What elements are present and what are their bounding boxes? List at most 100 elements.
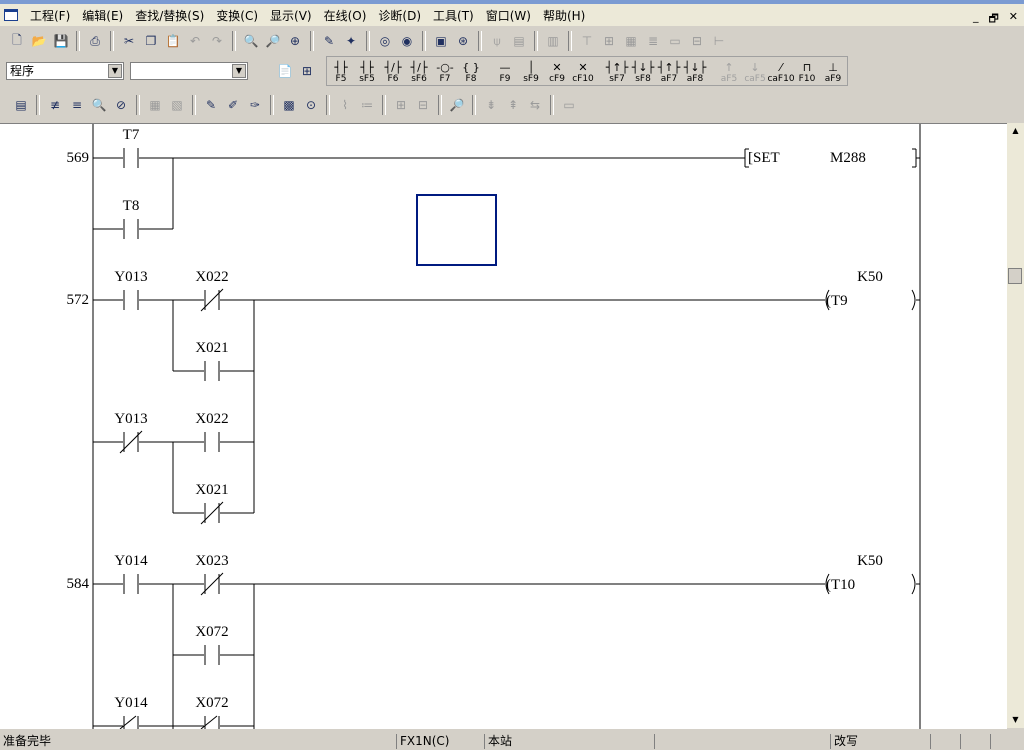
screen-icon[interactable]: ▭ (558, 94, 580, 116)
paste-icon[interactable]: 📋 (162, 30, 184, 52)
find-device-icon[interactable]: 🔍 (240, 30, 262, 52)
delete-horizontal-line-button[interactable]: ✕ cF9 (545, 58, 569, 85)
vertical-line-button[interactable]: │ sF9 (519, 58, 543, 85)
comment-icon[interactable]: ▥ (542, 30, 564, 52)
scroll-thumb[interactable] (1008, 268, 1022, 284)
alias-display-icon[interactable]: ▧ (166, 94, 188, 116)
ladder-tool-icon[interactable]: ⍦ (486, 30, 508, 52)
menu-help[interactable]: 帮助(H) (537, 7, 591, 24)
monitor-icon[interactable]: ◎ (374, 30, 396, 52)
status-station: 本站 (484, 734, 654, 749)
sfc-block-icon[interactable]: ⊞ (598, 30, 620, 52)
device-test-icon[interactable]: ▣ (430, 30, 452, 52)
comment-display-icon[interactable]: ▦ (144, 94, 166, 116)
menu-find-replace[interactable]: 查找/替换(S) (129, 7, 210, 24)
undo-icon[interactable]: ↶ (184, 30, 206, 52)
monitor-mode-icon[interactable]: 🔍 (88, 94, 110, 116)
close-button[interactable]: ✕ (1009, 10, 1018, 29)
device-list-icon[interactable]: ⊙ (300, 94, 322, 116)
chevron-down-icon[interactable]: ▼ (232, 64, 246, 78)
open-folder-icon[interactable]: 📂 (28, 30, 50, 52)
restore-button[interactable]: 🗗 (988, 10, 998, 29)
closed-contact-button[interactable]: ┤/├ F6 (381, 58, 405, 85)
fkey-label: F7 (439, 74, 451, 84)
menu-online[interactable]: 在线(O) (318, 7, 373, 24)
menu-tools[interactable]: 工具(T) (427, 7, 480, 24)
statement-edit-icon[interactable]: ✐ (222, 94, 244, 116)
read-from-plc-icon[interactable]: ✦ (340, 30, 362, 52)
zoom-out-icon[interactable]: ⊟ (412, 94, 434, 116)
rising-pulse-button[interactable]: ⊓ F10 (795, 58, 819, 85)
horizontal-line-button[interactable]: — F9 (493, 58, 517, 85)
redo-icon[interactable]: ↷ (206, 30, 228, 52)
sfc-icon[interactable]: ⊤ (576, 30, 598, 52)
write-mode-icon[interactable]: ≢ (44, 94, 66, 116)
insert-column-icon[interactable]: ⇆ (524, 94, 546, 116)
secondary-combo[interactable]: ▼ (130, 62, 248, 80)
parallel-closed-contact-button[interactable]: ┤/├ sF6 (407, 58, 431, 85)
menu-diagnostics[interactable]: 诊断(D) (372, 7, 427, 24)
sfc-branch-icon[interactable]: ⊢ (708, 30, 730, 52)
parallel-open-contact-button[interactable]: ┤├ sF5 (355, 58, 379, 85)
new-file-icon[interactable]: 🗋 (6, 30, 28, 52)
read-mode-icon[interactable]: ≡ (66, 94, 88, 116)
invert-button[interactable]: ⁄ caF10 (767, 58, 794, 85)
fkey-label: sF6 (411, 74, 427, 84)
error-icon[interactable]: ▦ (620, 30, 642, 52)
batch-monitor-icon[interactable]: ⊛ (452, 30, 474, 52)
fkey-label: aF8 (686, 74, 704, 84)
scroll-up-icon[interactable]: ▲ (1007, 123, 1024, 139)
coil-button[interactable]: -○- F7 (433, 58, 457, 85)
minimize-button[interactable]: _ (973, 10, 979, 29)
parallel-rising-edge-button[interactable]: ┤↑├ aF7 (657, 58, 681, 85)
step-list-icon[interactable]: ≔ (356, 94, 378, 116)
label-icon[interactable]: ≣ (642, 30, 664, 52)
step-icon[interactable]: ⌇ (334, 94, 356, 116)
write-to-plc-icon[interactable]: ✎ (318, 30, 340, 52)
zoom-in-icon[interactable]: ⊞ (390, 94, 412, 116)
cut-icon[interactable]: ✂ (118, 30, 140, 52)
ladder-display-icon[interactable]: ▤ (10, 94, 32, 116)
sfc-grid-icon[interactable]: ⊟ (686, 30, 708, 52)
find-instruction-icon[interactable]: 🔎 (262, 30, 284, 52)
zoom-icon[interactable]: 🔎 (446, 94, 468, 116)
insert-row-icon[interactable]: ⇟ (480, 94, 502, 116)
scroll-down-icon[interactable]: ▼ (1007, 712, 1024, 728)
copy-icon[interactable]: ❐ (140, 30, 162, 52)
menu-view[interactable]: 显示(V) (264, 7, 318, 24)
open-contact-button[interactable]: ┤├ F5 (329, 58, 353, 85)
operation-result-button[interactable]: ⊥ aF9 (821, 58, 845, 85)
project-tree-icon[interactable]: ⊞ (296, 60, 318, 82)
find-step-icon[interactable]: ⊕ (284, 30, 306, 52)
save-icon[interactable]: 💾 (50, 30, 72, 52)
ladder-editor[interactable]: 569 572 584 T7 T8 Y013 X022 X021 Y013 X0… (0, 123, 1007, 729)
set-device: M288 (830, 150, 866, 166)
menu-convert[interactable]: 变换(C) (210, 7, 264, 24)
menu-edit[interactable]: 编辑(E) (76, 7, 129, 24)
device-comment-edit-icon[interactable]: ✎ (200, 94, 222, 116)
up-arrow-button[interactable]: ↑ aF5 (717, 58, 741, 85)
delete-row-icon[interactable]: ⇞ (502, 94, 524, 116)
down-arrow-button[interactable]: ↓ caF5 (743, 58, 767, 85)
program-combo[interactable]: 程序 ▼ (6, 62, 124, 80)
delete-vertical-line-button[interactable]: ✕ cF10 (571, 58, 595, 85)
status-empty (960, 734, 990, 749)
parallel-falling-edge-button[interactable]: ┤↓├ aF8 (683, 58, 707, 85)
chevron-down-icon[interactable]: ▼ (108, 64, 122, 78)
note-edit-icon[interactable]: ✑ (244, 94, 266, 116)
rising-edge-contact-button[interactable]: ┤↑├ sF7 (605, 58, 629, 85)
document-icon[interactable] (4, 9, 18, 21)
menu-window[interactable]: 窗口(W) (480, 7, 537, 24)
print-icon[interactable]: ⎙ (84, 30, 106, 52)
toolbar-separator (568, 31, 572, 51)
ladder-tool-2-icon[interactable]: ▤ (508, 30, 530, 52)
falling-edge-contact-button[interactable]: ┤↓├ sF8 (631, 58, 655, 85)
ladder-view-icon[interactable]: 📄 (274, 60, 296, 82)
vertical-scrollbar[interactable]: ▲ ▼ (1007, 123, 1024, 728)
cross-reference-icon[interactable]: ▩ (278, 94, 300, 116)
monitor-write-mode-icon[interactable]: ⊘ (110, 94, 132, 116)
sfc-list-icon[interactable]: ▭ (664, 30, 686, 52)
monitor-write-icon[interactable]: ◉ (396, 30, 418, 52)
menu-project[interactable]: 工程(F) (24, 7, 76, 24)
application-instruction-button[interactable]: { } F8 (459, 58, 483, 85)
